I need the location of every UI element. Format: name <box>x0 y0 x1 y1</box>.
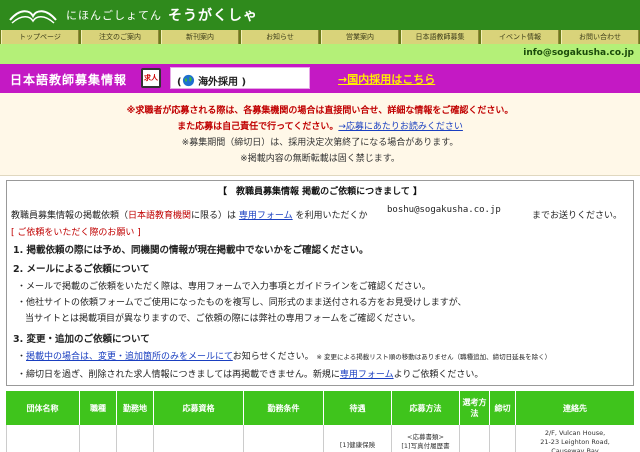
intro-red-text: 日本語教育機関 <box>128 211 192 221</box>
item3a-note: ※ 変更による掲載リスト順の移動はありません（職種追加、締切日延長を除く） <box>316 353 552 361</box>
col-selection: 選考方法 <box>460 391 490 425</box>
request-item-1: 1. 掲載依頼の際には予め、同機関の情報が現在掲載中でないかをご確認ください。 <box>13 245 369 256</box>
request-section-heading: [ ご依頼をいただく際のお願い ] <box>11 228 141 238</box>
col-qualification: 応募資格 <box>154 391 244 425</box>
site-logo[interactable]: にほんごしょてん そうがくしゃ <box>8 3 318 27</box>
overseas-tab[interactable]: ( 海外採用 ) <box>170 67 310 89</box>
main-nav: トップページ 注文のご案内 新刊案内 お知らせ 営業案内 日本語教師募集 イベン… <box>0 30 640 44</box>
intro-text-1: 教職員募集情報の掲載依頼（ <box>11 211 129 221</box>
intro-text-2: に限る）は <box>191 211 237 221</box>
col-benefits: 待遇 <box>324 391 392 425</box>
cell-benefits: [1]健康保険 <box>324 425 392 452</box>
request-title: 【 教職員募集情報 掲載のご依頼につきまして 】 <box>218 187 422 197</box>
col-org-name: 団体名称 <box>6 391 80 425</box>
page-title: 日本語教師募集情報 <box>10 73 128 87</box>
domestic-jobs-link[interactable]: →国内採用はこちら <box>338 71 435 87</box>
cell-job-type <box>80 425 117 452</box>
cell-org-name <box>7 425 80 452</box>
logo-text-small: にほんごしょてん <box>66 9 162 22</box>
info-strip: info@sogakusha.co.jp <box>0 44 640 64</box>
nav-item-teacher-jobs[interactable]: 日本語教師募集 <box>401 30 479 44</box>
request-item-3a: ・掲載中の場合は、変更・追加箇所のみをメールにてお知らせください。 ※ 変更によ… <box>17 352 552 362</box>
request-intro: 教職員募集情報の掲載依頼（日本語教育機関に限る）は 専用フォーム を利用いただく… <box>11 208 368 221</box>
col-deadline: 締切 <box>490 391 516 425</box>
request-box: 【 教職員募集情報 掲載のご依頼につきまして 】 教職員募集情報の掲載依頼（日本… <box>6 180 634 386</box>
request-item-2c: 当サイトとは掲載項目が異なりますので、ご依頼の際には弊社の専用フォームをご確認く… <box>25 314 421 324</box>
cell-conditions <box>244 425 324 452</box>
intro-text-4: までお送りください。 <box>532 211 623 221</box>
title-bar: 日本語教師募集情報 <box>0 64 640 93</box>
nav-item-events[interactable]: イベント情報 <box>481 30 559 44</box>
cell-deadline <box>490 425 516 452</box>
site-header: にほんごしょてん そうがくしゃ <box>0 0 640 30</box>
job-badge-icon: 求人 <box>141 68 161 88</box>
item3b-form-link[interactable]: 専用フォーム <box>340 370 394 380</box>
notice-panel: ※求職者が応募される際は、各募集機関の場合は直接問い合せ、詳細な情報をご確認くだ… <box>0 93 640 176</box>
cell-contact: 2/F, Vulcan House, 21-23 Leighton Road, … <box>540 429 610 452</box>
item3b-text-2: よりご依頼ください。 <box>393 370 484 380</box>
col-conditions: 勤務条件 <box>244 391 324 425</box>
request-item-3b: ・締切日を過ぎ、削除された求人情報につきましては再掲載できません。新規に専用フォ… <box>17 367 483 380</box>
read-before-apply-link[interactable]: →応募にあたりお読みください <box>338 122 463 132</box>
form-link[interactable]: 専用フォーム <box>239 211 293 221</box>
jobs-table-header: 団体名称 職種 勤務地 応募資格 勤務条件 待遇 応募方法 選考方法 締切 連絡… <box>6 391 634 425</box>
item3a-rest: お知らせください。 <box>232 352 314 362</box>
cell-location <box>117 425 154 452</box>
globe-icon <box>182 74 194 87</box>
mail-change-link[interactable]: 掲載中の場合は、変更・追加箇所のみをメールにて <box>26 352 233 362</box>
boshu-email[interactable]: boshu@sogakusha.co.jp <box>387 205 501 215</box>
col-location: 勤務地 <box>117 391 154 425</box>
cell-selection <box>460 425 490 452</box>
nav-item-news[interactable]: お知らせ <box>241 30 319 44</box>
overseas-label: ( 海外採用 ) <box>177 72 246 88</box>
info-email-link[interactable]: info@sogakusha.co.jp <box>523 48 634 58</box>
item3b-text-1: ・締切日を過ぎ、削除された求人情報につきましては再掲載できません。新規に <box>17 370 340 380</box>
col-job-type: 職種 <box>80 391 117 425</box>
nav-item-new-books[interactable]: 新刊案内 <box>161 30 239 44</box>
request-item-2: 2. メールによるご依頼について <box>13 264 150 275</box>
col-contact: 連絡先 <box>563 403 587 413</box>
col-apply-method: 応募方法 <box>392 391 460 425</box>
logo-text-big: そうがくしゃ <box>168 8 258 24</box>
nav-item-sales[interactable]: 営業案内 <box>321 30 399 44</box>
nav-item-order[interactable]: 注文のご案内 <box>81 30 159 44</box>
request-item-2b: ・他社サイトの依頼フォームでご使用になったものを複写し、同形式のまま送付される方… <box>17 298 467 308</box>
notice-line-1: ※求職者が応募される際は、各募集機関の場合は直接問い合せ、詳細な情報をご確認くだ… <box>126 106 514 116</box>
overseas-text: 海外採用 <box>198 77 239 88</box>
notice-line-4: ※掲載内容の無断転載は固く禁じます。 <box>240 154 400 164</box>
nav-item-contact[interactable]: お問い合わせ <box>561 30 639 44</box>
notice-line-2: また応募は自己責任で行ってください。 <box>177 122 339 132</box>
intro-text-3: を利用いただくか <box>295 211 368 221</box>
nav-item-top[interactable]: トップページ <box>1 30 79 44</box>
notice-line-3: ※募集期間（締切日）は、採用決定次第終了になる場合があります。 <box>181 138 459 148</box>
cell-qualification <box>154 425 244 452</box>
request-item-3: 3. 変更・追加のご依頼について <box>13 334 150 345</box>
cell-apply-method: <応募書類> [1]写真付履歴書 <box>392 425 460 452</box>
table-row: [1]健康保険 <応募書類> [1]写真付履歴書 2/F, Vulcan Hou… <box>6 425 634 452</box>
book-logo-icon <box>9 10 57 24</box>
request-item-2a: ・メールで掲載のご依頼をいただく際は、専用フォームで入力事項とガイドラインをご確… <box>17 282 431 292</box>
